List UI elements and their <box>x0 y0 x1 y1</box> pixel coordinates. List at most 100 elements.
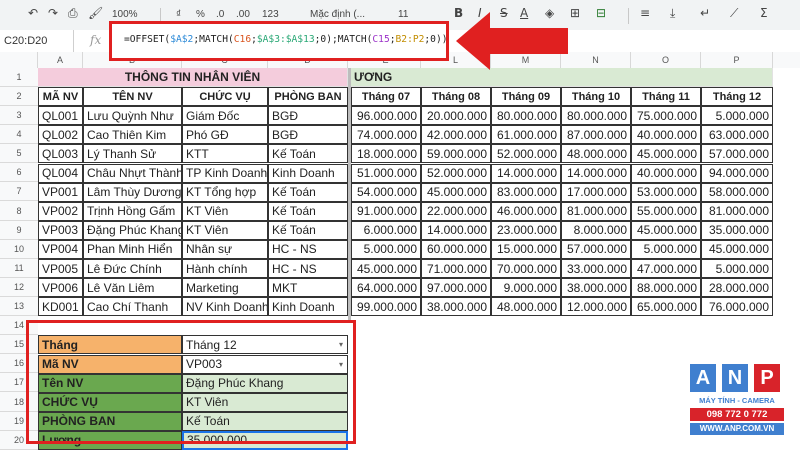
cell[interactable]: 70.000.000 <box>491 259 561 279</box>
cell[interactable]: 74.000.000 <box>351 125 421 145</box>
cell[interactable]: Tháng 10 <box>561 87 631 107</box>
cell[interactable]: 28.000.000 <box>701 278 773 298</box>
cell[interactable]: Kế Toán <box>268 220 348 240</box>
cell[interactable]: 96.000.000 <box>351 106 421 126</box>
cell[interactable]: 71.000.000 <box>421 259 491 279</box>
cell[interactable]: 51.000.000 <box>351 163 421 183</box>
cell[interactable]: 5.000.000 <box>631 239 701 259</box>
increase-decimal-button[interactable]: .00 <box>236 9 250 20</box>
formula-input[interactable]: =OFFSET($A$2;MATCH(C16;$A$3:$A$13;0);MAT… <box>124 34 448 45</box>
cell[interactable]: 5.000.000 <box>351 239 421 259</box>
cell[interactable]: 14.000.000 <box>421 220 491 240</box>
cell[interactable]: Lý Thanh Sử <box>83 144 182 164</box>
cell[interactable]: Trịnh Hồng Gấm <box>83 201 182 221</box>
cell[interactable]: QL001 <box>38 106 83 126</box>
cell[interactable]: Kinh Doanh <box>268 163 348 183</box>
cell[interactable]: 55.000.000 <box>631 201 701 221</box>
row-header[interactable]: 1 <box>0 68 38 87</box>
column-header[interactable]: A <box>38 52 83 68</box>
row-header[interactable]: 6 <box>0 163 38 183</box>
cell[interactable]: Hành chính <box>182 259 268 279</box>
row-header[interactable]: 4 <box>0 125 38 145</box>
cell[interactable]: 54.000.000 <box>351 182 421 202</box>
cell[interactable]: 14.000.000 <box>561 163 631 183</box>
row-header[interactable]: 3 <box>0 106 38 126</box>
column-header[interactable]: O <box>631 52 701 68</box>
cell[interactable]: NV Kinh Doanh <box>182 297 268 317</box>
cell[interactable]: 46.000.000 <box>491 201 561 221</box>
cell[interactable]: Cao Thiên Kim <box>83 125 182 145</box>
zoom-select[interactable]: 100% <box>112 9 138 20</box>
cell[interactable]: 99.000.000 <box>351 297 421 317</box>
cell[interactable]: BGĐ <box>268 106 348 126</box>
cell[interactable]: Giám Đốc <box>182 106 268 126</box>
cell[interactable]: 83.000.000 <box>491 182 561 202</box>
cell[interactable]: HC - NS <box>268 259 348 279</box>
undo-icon[interactable]: ↶ <box>28 6 38 20</box>
cell[interactable]: 81.000.000 <box>701 201 773 221</box>
cell[interactable]: VP006 <box>38 278 83 298</box>
paint-format-icon[interactable]: 🖌 <box>88 6 103 20</box>
cell[interactable]: QL002 <box>38 125 83 145</box>
cell[interactable]: Phan Minh Hiển <box>83 239 182 259</box>
cell[interactable]: TÊN NV <box>83 87 182 107</box>
cell[interactable]: 52.000.000 <box>421 163 491 183</box>
cell[interactable]: HC - NS <box>268 239 348 259</box>
row-header[interactable]: 2 <box>0 87 38 106</box>
row-header[interactable]: 12 <box>0 278 38 297</box>
cell[interactable]: 57.000.000 <box>561 239 631 259</box>
functions-icon[interactable]: Σ <box>760 6 768 20</box>
cell[interactable]: MÃ NV <box>38 87 83 107</box>
cell[interactable]: 22.000.000 <box>421 201 491 221</box>
cell[interactable]: Đặng Phúc Khang <box>83 220 182 240</box>
cell[interactable]: BGĐ <box>268 125 348 145</box>
cell[interactable]: 6.000.000 <box>351 220 421 240</box>
cell[interactable]: CHỨC VỤ <box>182 87 268 107</box>
cell[interactable]: 40.000.000 <box>631 125 701 145</box>
cell[interactable]: KT Viên <box>182 201 268 221</box>
select-all-corner[interactable] <box>0 52 38 68</box>
cell[interactable]: 57.000.000 <box>701 144 773 164</box>
cell[interactable]: 5.000.000 <box>701 106 773 126</box>
cell[interactable]: 53.000.000 <box>631 182 701 202</box>
cell[interactable]: VP003 <box>38 220 83 240</box>
row-header[interactable]: 5 <box>0 144 38 164</box>
row-header[interactable]: 9 <box>0 221 38 240</box>
cell[interactable]: 91.000.000 <box>351 201 421 221</box>
cell[interactable]: Tháng 08 <box>421 87 491 107</box>
cell[interactable]: 17.000.000 <box>561 182 631 202</box>
cell[interactable]: KTT <box>182 144 268 164</box>
cell[interactable]: 60.000.000 <box>421 239 491 259</box>
print-icon[interactable]: ⎙ <box>68 6 78 21</box>
font-select[interactable]: Mặc định (... <box>310 9 365 20</box>
cell[interactable]: Marketing <box>182 278 268 298</box>
cell[interactable]: 59.000.000 <box>421 144 491 164</box>
cell[interactable]: 38.000.000 <box>561 278 631 298</box>
cell[interactable]: 80.000.000 <box>491 106 561 126</box>
row-header[interactable]: 7 <box>0 182 38 202</box>
cell[interactable]: Tháng 11 <box>631 87 701 107</box>
cell[interactable]: 61.000.000 <box>491 125 561 145</box>
more-formats-button[interactable]: 123 <box>262 9 279 20</box>
cell[interactable]: PHÒNG BAN <box>268 87 348 107</box>
cell[interactable]: 64.000.000 <box>351 278 421 298</box>
cell[interactable]: 15.000.000 <box>491 239 561 259</box>
cell[interactable]: Lâm Thùy Dương <box>83 182 182 202</box>
cell[interactable]: 23.000.000 <box>491 220 561 240</box>
cell[interactable]: 48.000.000 <box>561 144 631 164</box>
cell[interactable]: ƯƠNG <box>351 68 773 88</box>
cell[interactable]: 45.000.000 <box>631 144 701 164</box>
cell[interactable]: KD001 <box>38 297 83 317</box>
cell[interactable]: 97.000.000 <box>421 278 491 298</box>
frozen-divider[interactable] <box>348 68 351 321</box>
cell[interactable]: 45.000.000 <box>631 220 701 240</box>
cell[interactable]: 18.000.000 <box>351 144 421 164</box>
cell[interactable]: 20.000.000 <box>421 106 491 126</box>
cell[interactable]: MKT <box>268 278 348 298</box>
row-header[interactable]: 10 <box>0 240 38 259</box>
cell[interactable]: 63.000.000 <box>701 125 773 145</box>
font-size-select[interactable]: 11 <box>398 9 408 20</box>
cell[interactable]: QL003 <box>38 144 83 164</box>
column-header[interactable]: P <box>701 52 773 68</box>
cell[interactable]: Nhân sự <box>182 239 268 259</box>
